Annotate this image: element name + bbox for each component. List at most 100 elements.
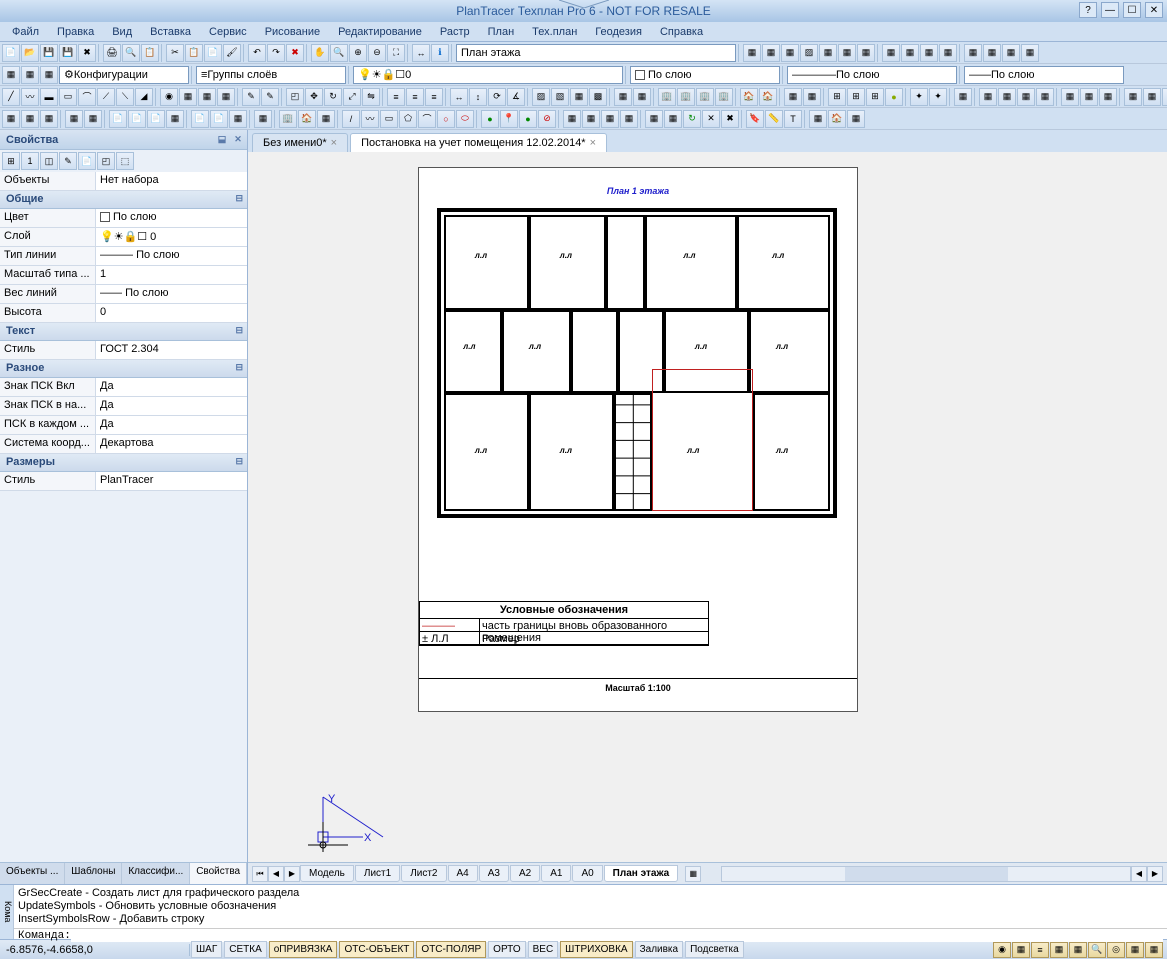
pan-icon[interactable]: ✋ xyxy=(311,44,329,62)
status-icon-3[interactable]: ≡ xyxy=(1031,942,1049,958)
calc-icon[interactable]: ▦ xyxy=(254,110,272,128)
minimize-button[interactable]: — xyxy=(1101,2,1119,18)
build-a-icon[interactable]: 🏢 xyxy=(658,88,676,106)
status-icon-6[interactable]: 🔍 xyxy=(1088,942,1106,958)
menu-help[interactable]: Справка xyxy=(652,24,711,40)
shape-pline-icon[interactable]: 〰 xyxy=(361,110,379,128)
align-a-icon[interactable]: ≡ xyxy=(387,88,405,106)
status-icon-4[interactable]: ▦ xyxy=(1050,942,1068,958)
tool-n-icon[interactable]: ▦ xyxy=(1002,44,1020,62)
new-icon[interactable]: 📄 xyxy=(2,44,20,62)
view-tab-plan[interactable]: План этажа xyxy=(604,865,679,882)
horizontal-scrollbar[interactable] xyxy=(721,866,1131,882)
color-dropdown[interactable]: По слою xyxy=(630,66,780,84)
dim-a-icon[interactable]: ↔ xyxy=(450,88,468,106)
panel-c-icon[interactable]: ▦ xyxy=(1017,88,1035,106)
win-c-icon[interactable]: ▦ xyxy=(847,110,865,128)
layer-dropdown[interactable]: 💡☀🔒☐ 0 xyxy=(353,66,623,84)
building-c-icon[interactable]: ▦ xyxy=(317,110,335,128)
prop-layer-value[interactable]: 💡☀🔒☐ 0 xyxy=(96,228,247,246)
prop-tb-1-icon[interactable]: ⊞ xyxy=(2,152,20,170)
prop-tb-3-icon[interactable]: ◫ xyxy=(40,152,58,170)
table-icon[interactable]: ▦ xyxy=(198,88,216,106)
export-a-icon[interactable]: ▦ xyxy=(65,110,83,128)
status-toggle-штриховка[interactable]: ШТРИХОВКА xyxy=(560,941,632,958)
cut-icon[interactable]: ✂ xyxy=(166,44,184,62)
info-icon[interactable]: ℹ xyxy=(431,44,449,62)
tool-l-icon[interactable]: ▦ xyxy=(964,44,982,62)
line-icon[interactable]: ╱ xyxy=(2,88,20,106)
panel-tab-classify[interactable]: Классифи... xyxy=(122,863,190,884)
view-tab-a0[interactable]: A0 xyxy=(572,865,602,882)
align-b-icon[interactable]: ≡ xyxy=(406,88,424,106)
status-toggle-шаг[interactable]: ШАГ xyxy=(191,941,222,958)
arc-icon[interactable]: ⌒ xyxy=(78,88,96,106)
raster-c-icon[interactable]: ▦ xyxy=(601,110,619,128)
saveall-icon[interactable]: 💾 xyxy=(59,44,77,62)
note-b-icon[interactable]: ▦ xyxy=(21,110,39,128)
group-b-icon[interactable]: ⊞ xyxy=(847,88,865,106)
win-b-icon[interactable]: 🏠 xyxy=(828,110,846,128)
prop-ucsorigin-value[interactable]: Да xyxy=(96,397,247,415)
tool-3c-icon[interactable]: ◢ xyxy=(135,88,153,106)
lineweight-dropdown[interactable]: —— По слою xyxy=(964,66,1124,84)
help-button[interactable]: ? xyxy=(1079,2,1097,18)
misc-a-icon[interactable]: ✦ xyxy=(910,88,928,106)
prop-ucseach-value[interactable]: Да xyxy=(96,416,247,434)
paste-icon[interactable]: 📄 xyxy=(204,44,222,62)
prop-tb-2-icon[interactable]: 1 xyxy=(21,152,39,170)
shape-arc-icon[interactable]: ⌒ xyxy=(418,110,436,128)
tool-a-icon[interactable]: ▦ xyxy=(743,44,761,62)
menu-raster[interactable]: Растр xyxy=(432,24,478,40)
align-c-icon[interactable]: ≡ xyxy=(425,88,443,106)
doc-a-icon[interactable]: 📄 xyxy=(109,110,127,128)
prop-textstyle-value[interactable]: ГОСТ 2.304 xyxy=(96,341,247,359)
status-toggle-отс-поляр[interactable]: ОТС-ПОЛЯР xyxy=(416,941,486,958)
plot-icon[interactable]: 📋 xyxy=(141,44,159,62)
land-a-icon[interactable]: 🏠 xyxy=(740,88,758,106)
menu-draw[interactable]: Рисование xyxy=(257,24,328,40)
build-b-icon[interactable]: 🏢 xyxy=(677,88,695,106)
menu-file[interactable]: Файл xyxy=(4,24,47,40)
edit-b-icon[interactable]: ✎ xyxy=(261,88,279,106)
section-general[interactable]: Общие xyxy=(0,191,247,209)
view-tab-a1[interactable]: A1 xyxy=(541,865,571,882)
misc-b-icon[interactable]: ✦ xyxy=(929,88,947,106)
ext-d-icon[interactable]: ▦ xyxy=(1124,88,1142,106)
menu-plan[interactable]: План xyxy=(480,24,523,40)
group-d-icon[interactable]: ● xyxy=(885,88,903,106)
scale-icon[interactable]: ⤢ xyxy=(343,88,361,106)
zoom-window-icon[interactable]: 🔍 xyxy=(330,44,348,62)
shape-rect-icon[interactable]: ▭ xyxy=(380,110,398,128)
close-button[interactable]: ✕ xyxy=(1145,2,1163,18)
hatch-c-icon[interactable]: ▦ xyxy=(570,88,588,106)
linetype-dropdown[interactable]: ———— По слою xyxy=(787,66,957,84)
view-b-icon[interactable]: ▦ xyxy=(664,110,682,128)
prop-ltscale-value[interactable]: 1 xyxy=(96,266,247,284)
ext-b-icon[interactable]: ▦ xyxy=(1080,88,1098,106)
rotate-icon[interactable]: ↻ xyxy=(324,88,342,106)
marker-c-icon[interactable]: ● xyxy=(519,110,537,128)
menu-edit[interactable]: Правка xyxy=(49,24,102,40)
prop-lineweight-value[interactable]: —— По слою xyxy=(96,285,247,303)
mirror-icon[interactable]: ⇋ xyxy=(362,88,380,106)
prop-linetype-value[interactable]: ——— По слою xyxy=(96,247,247,265)
tool-h-icon[interactable]: ▦ xyxy=(882,44,900,62)
dim-c-icon[interactable]: ⟳ xyxy=(488,88,506,106)
stamp-icon[interactable]: 🔖 xyxy=(746,110,764,128)
prop-ucson-value[interactable]: Да xyxy=(96,378,247,396)
command-sidebar-label[interactable]: Кома xyxy=(0,885,14,939)
status-toggle-опривязка[interactable]: оПРИВЯЗКА xyxy=(269,941,338,958)
raster-b-icon[interactable]: ▦ xyxy=(582,110,600,128)
zoom-in-icon[interactable]: ⊕ xyxy=(349,44,367,62)
shape-poly-icon[interactable]: ⬠ xyxy=(399,110,417,128)
undo-icon[interactable]: ↶ xyxy=(248,44,266,62)
prop-tb-6-icon[interactable]: ◰ xyxy=(97,152,115,170)
shape-line-icon[interactable]: / xyxy=(342,110,360,128)
pline-icon[interactable]: 〰 xyxy=(21,88,39,106)
paintbrush-icon[interactable]: 🖌 xyxy=(223,44,241,62)
tool-b-icon[interactable]: ▦ xyxy=(762,44,780,62)
status-toggle-отс-объект[interactable]: ОТС-ОБЪЕКТ xyxy=(339,941,414,958)
refresh-icon[interactable]: ↻ xyxy=(683,110,701,128)
status-toggle-вес[interactable]: ВЕС xyxy=(528,941,559,958)
